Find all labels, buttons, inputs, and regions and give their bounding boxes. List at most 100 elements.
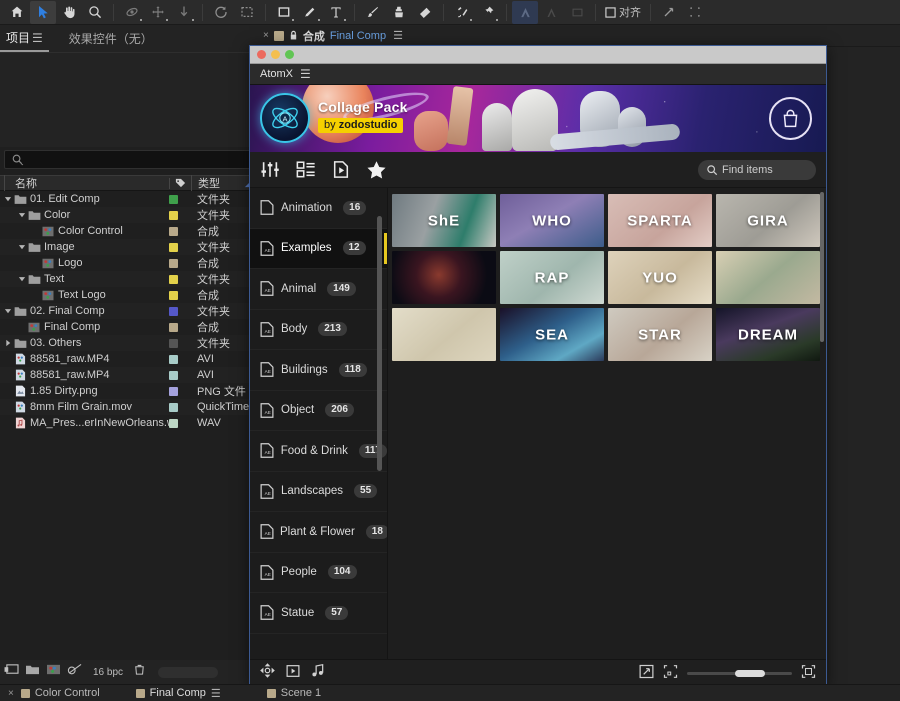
- zoom-slider-handle[interactable]: [735, 670, 765, 677]
- apply-preset-icon[interactable]: [260, 663, 275, 683]
- label-color-swatch[interactable]: [169, 259, 191, 268]
- audio-note-icon[interactable]: [311, 663, 325, 683]
- sidebar-item-food-drink[interactable]: AEFood & Drink117: [250, 431, 387, 472]
- eraser-tool-icon[interactable]: [412, 1, 438, 24]
- bottom-tab[interactable]: ×Color Control: [0, 685, 108, 701]
- table-row[interactable]: Final Comp合成: [0, 319, 255, 335]
- tag-icon[interactable]: [169, 178, 191, 189]
- thumbnail-item[interactable]: RAP: [500, 251, 604, 304]
- settings-sliders-icon[interactable]: [260, 160, 280, 179]
- table-row[interactable]: 02. Final Comp文件夹: [0, 303, 255, 319]
- window-close-button[interactable]: [257, 50, 266, 59]
- rotation-tool-icon[interactable]: [208, 1, 234, 24]
- zoom-tool-icon[interactable]: [82, 1, 108, 24]
- thumbnail-item[interactable]: ShE: [392, 194, 496, 247]
- sidebar-item-landscapes[interactable]: AELandscapes55: [250, 472, 387, 513]
- fullscreen-icon[interactable]: [801, 664, 816, 684]
- column-name[interactable]: 名称: [4, 175, 169, 191]
- label-color-swatch[interactable]: [169, 291, 191, 300]
- category-scrollbar[interactable]: [377, 216, 382, 471]
- atomx-promo-banner[interactable]: A Collage Pack by zodostudio: [250, 85, 826, 152]
- dolly-camera-tool-icon[interactable]: [171, 1, 197, 24]
- thumbnail-item[interactable]: SPARTA: [608, 194, 712, 247]
- sidebar-item-plant-flower[interactable]: AEPlant & Flower18: [250, 512, 387, 553]
- bottom-tab[interactable]: Scene 1: [259, 685, 329, 701]
- snap-options-icon[interactable]: [682, 1, 708, 24]
- thumbnail-item[interactable]: DREAM: [716, 308, 820, 361]
- twirl-icon[interactable]: [2, 195, 13, 203]
- table-row[interactable]: Color Control合成: [0, 223, 255, 239]
- thumbnail-item[interactable]: [716, 251, 820, 304]
- close-icon[interactable]: ×: [8, 688, 14, 699]
- puppet-pin-tool-icon[interactable]: [475, 1, 501, 24]
- label-color-swatch[interactable]: [169, 227, 191, 236]
- align-group[interactable]: 对齐: [601, 4, 645, 20]
- thumbnail-item[interactable]: GIRA: [716, 194, 820, 247]
- label-color-swatch[interactable]: [169, 323, 191, 332]
- sidebar-item-animal[interactable]: AEAnimal149: [250, 269, 387, 310]
- search-input[interactable]: Find items: [698, 160, 816, 180]
- label-color-swatch[interactable]: [169, 355, 191, 364]
- hand-tool-icon[interactable]: [56, 1, 82, 24]
- table-row[interactable]: 01. Edit Comp文件夹: [0, 191, 255, 207]
- table-row[interactable]: Color文件夹: [0, 207, 255, 223]
- thumbnail-item[interactable]: STAR: [608, 308, 712, 361]
- selection-tool-icon[interactable]: [30, 1, 56, 24]
- new-comp-from-footage-icon[interactable]: [4, 663, 19, 681]
- label-color-swatch[interactable]: [169, 211, 191, 220]
- twirl-icon[interactable]: [16, 275, 27, 283]
- atomx-titlebar[interactable]: [250, 46, 826, 64]
- project-panel-menu-icon[interactable]: ☰: [32, 31, 43, 45]
- table-row[interactable]: 1.85 Dirty.pngPNG 文件: [0, 383, 255, 399]
- thumbnail-item[interactable]: YUO: [608, 251, 712, 304]
- view-axis-icon[interactable]: [564, 1, 590, 24]
- comp-tab-name[interactable]: Final Comp: [330, 30, 386, 42]
- project-settings-icon[interactable]: [67, 663, 83, 681]
- close-icon[interactable]: ×: [263, 30, 269, 41]
- clone-stamp-tool-icon[interactable]: [386, 1, 412, 24]
- table-row[interactable]: MA_Pres...erInNewOrleans.wavWAV: [0, 415, 255, 431]
- bit-depth-label[interactable]: 16 bpc: [89, 666, 127, 679]
- type-tool-icon[interactable]: [323, 1, 349, 24]
- label-color-swatch[interactable]: [169, 387, 191, 396]
- lock-icon[interactable]: [289, 30, 298, 41]
- sidebar-item-statue[interactable]: AEStatue57: [250, 593, 387, 634]
- bottom-tab[interactable]: Final Comp☰: [128, 685, 229, 701]
- twirl-icon[interactable]: [2, 307, 13, 315]
- local-axis-icon[interactable]: [512, 1, 538, 24]
- table-row[interactable]: 88581_raw.MP4AVI: [0, 351, 255, 367]
- thumbnail-item[interactable]: [392, 251, 496, 304]
- table-row[interactable]: Image文件夹: [0, 239, 255, 255]
- label-color-swatch[interactable]: [169, 339, 191, 348]
- file-play-icon[interactable]: [332, 160, 350, 179]
- label-color-swatch[interactable]: [169, 371, 191, 380]
- thumbnail-item[interactable]: SEA: [500, 308, 604, 361]
- sidebar-item-body[interactable]: AEBody213: [250, 310, 387, 351]
- table-row[interactable]: Logo合成: [0, 255, 255, 271]
- tab-project[interactable]: 项目 ☰: [0, 25, 49, 52]
- thumbnail-item[interactable]: WHO: [500, 194, 604, 247]
- sidebar-item-animation[interactable]: Animation16: [250, 188, 387, 229]
- fit-view-icon[interactable]: [663, 664, 678, 684]
- pen-tool-icon[interactable]: [297, 1, 323, 24]
- shape-tool-icon[interactable]: [271, 1, 297, 24]
- new-folder-icon[interactable]: [25, 663, 40, 681]
- comp-tab-menu-icon[interactable]: ☰: [393, 29, 403, 42]
- sidebar-item-object[interactable]: AEObject206: [250, 391, 387, 432]
- region-of-interest-icon[interactable]: [234, 1, 260, 24]
- roto-brush-tool-icon[interactable]: [449, 1, 475, 24]
- tab-menu-icon[interactable]: ☰: [211, 687, 221, 700]
- delete-icon[interactable]: [133, 663, 146, 681]
- table-row[interactable]: 8mm Film Grain.movQuickTime: [0, 399, 255, 415]
- table-row[interactable]: Text文件夹: [0, 271, 255, 287]
- preview-play-icon[interactable]: [286, 664, 300, 683]
- snapping-icon[interactable]: [656, 1, 682, 24]
- thumbnail-item[interactable]: [392, 308, 496, 361]
- table-row[interactable]: 88581_raw.MP4AVI: [0, 367, 255, 383]
- atomx-menu-icon[interactable]: ☰: [300, 67, 311, 81]
- tab-effect-controls[interactable]: 效果控件（无）: [63, 25, 159, 52]
- label-color-swatch[interactable]: [169, 195, 191, 204]
- expand-preview-icon[interactable]: [639, 664, 654, 684]
- table-row[interactable]: Text Logo合成: [0, 287, 255, 303]
- grid-scrollbar[interactable]: [820, 192, 824, 342]
